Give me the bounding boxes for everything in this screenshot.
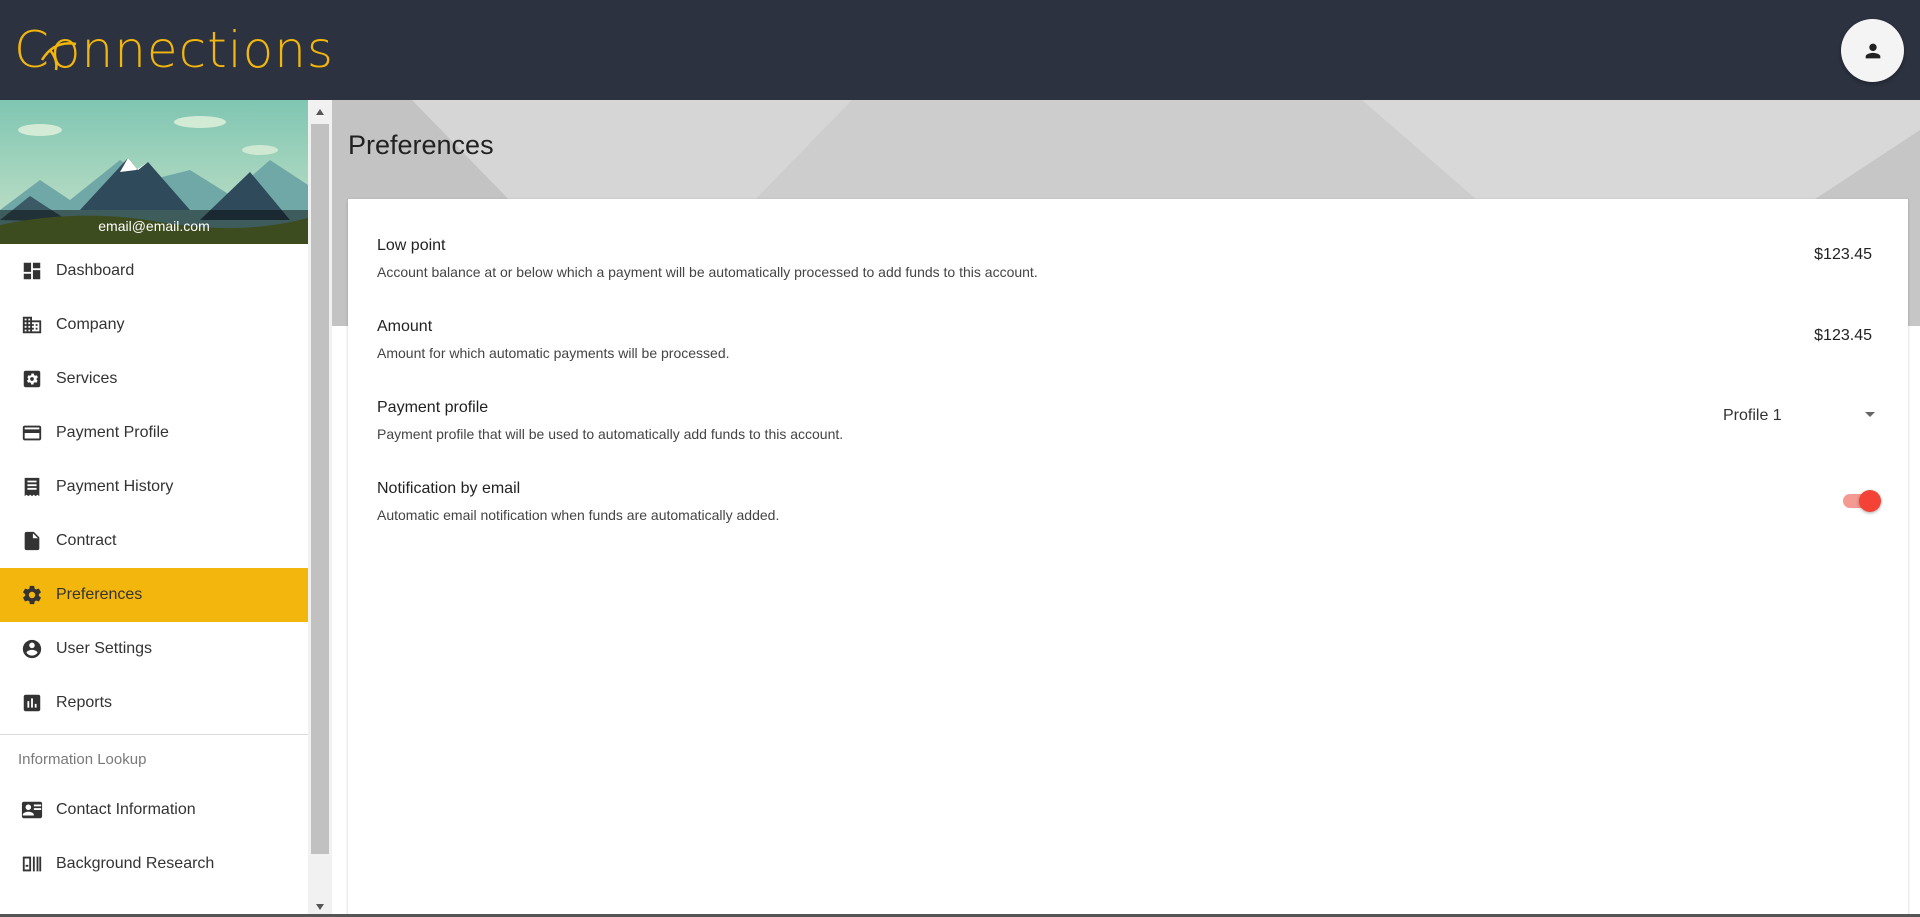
pref-payment-profile: Payment profile Payment profile that wil… [377,398,1887,450]
sidebar-item-label: Contract [56,532,117,549]
amount-value[interactable]: $123.45 [1814,327,1872,345]
pref-low-point: Low point Account balance at or below wh… [377,236,1887,288]
credit-card-icon [20,421,44,445]
sidebar-item-contract[interactable]: Contract [0,514,308,568]
contact-card-icon [20,798,44,822]
sidebar-item-contact-information[interactable]: Contact Information [0,783,308,837]
sidebar: email@email.com Dashboard Company Servic… [0,100,308,917]
page-title: Preferences [348,130,494,160]
document-icon [20,529,44,553]
toggle-knob [1859,490,1881,512]
low-point-value[interactable]: $123.45 [1814,246,1872,264]
person-icon [1865,43,1880,58]
pref-description: Automatic email notification when funds … [377,507,780,523]
sidebar-item-user-settings[interactable]: User Settings [0,622,308,676]
app-header: Connections [0,0,1920,100]
barcode-icon [20,852,44,876]
preferences-card: Low point Account balance at or below wh… [348,199,1908,917]
notification-email-toggle[interactable] [1841,489,1881,512]
pref-notification-email: Notification by email Automatic email no… [377,479,1887,531]
sidebar-item-label: Contact Information [56,801,196,818]
gear-icon [20,583,44,607]
sidebar-item-label: User Settings [56,640,153,657]
pref-description: Account balance at or below which a paym… [377,264,1038,280]
bar-chart-icon [20,691,44,715]
sidebar-item-label: Preferences [56,586,143,603]
pref-description: Amount for which automatic payments will… [377,345,730,361]
sidebar-item-label: Company [56,316,125,333]
sidebar-section-header: Information Lookup [18,750,147,768]
pref-description: Payment profile that will be used to aut… [377,426,844,442]
profile-banner: email@email.com [0,100,308,244]
sidebar-item-payment-history[interactable]: Payment History [0,460,308,514]
chevron-down-icon [1865,412,1875,417]
building-icon [20,313,44,337]
pref-title: Payment profile [377,399,489,416]
sidebar-item-label: Reports [56,694,113,711]
sidebar-item-services[interactable]: Services [0,352,308,406]
sidebar-item-payment-profile[interactable]: Payment Profile [0,406,308,460]
pref-title: Amount [377,318,433,335]
account-button[interactable] [1841,19,1904,82]
pref-amount: Amount Amount for which automatic paymen… [377,317,1887,369]
receipt-icon [20,475,44,499]
sidebar-item-label: Background Research [56,855,215,872]
user-email: email@email.com [98,218,210,234]
sidebar-item-background-research[interactable]: Background Research [0,837,308,891]
main-content: Preferences Low point Account balance at… [332,100,1920,917]
sidebar-item-company[interactable]: Company [0,298,308,352]
sidebar-item-dashboard[interactable]: Dashboard [0,244,308,298]
sidebar-item-label: Payment Profile [56,424,169,441]
payment-profile-select[interactable]: Profile 1 [1723,398,1887,434]
scroll-up-arrow-icon[interactable] [308,102,332,122]
sidebar-nav: Dashboard Company Services Payment Profi… [0,244,308,891]
logo-swoosh-icon [40,42,77,71]
sidebar-item-reports[interactable]: Reports [0,676,308,730]
account-circle-icon [20,637,44,661]
select-value: Profile 1 [1723,407,1782,424]
sidebar-item-preferences[interactable]: Preferences [0,568,308,622]
dashboard-icon [20,259,44,283]
pref-title: Low point [377,237,446,254]
sidebar-item-label: Services [56,370,118,387]
pref-title: Notification by email [377,480,521,497]
sidebar-scrollbar[interactable] [308,100,332,917]
sidebar-item-label: Dashboard [56,262,135,279]
sidebar-item-label: Payment History [56,478,174,495]
gear-box-icon [20,367,44,391]
scrollbar-thumb[interactable] [311,124,329,854]
